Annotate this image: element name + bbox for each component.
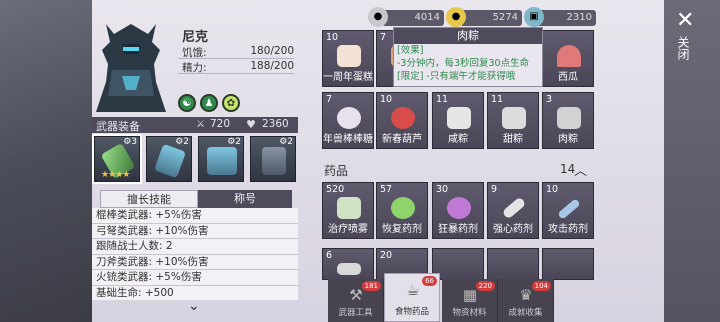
gold-icon: ● [446, 7, 466, 27]
slot-level: ⚙3 [123, 137, 137, 147]
item-berserk-potion[interactable]: 30 狂暴药剂 [432, 182, 484, 239]
buff-icon-cookie[interactable]: ✿ [222, 94, 240, 112]
resource-3: 2310 [536, 10, 596, 26]
scene-background [0, 0, 92, 322]
item-cake[interactable]: 10 一周年蛋糕 [322, 30, 374, 87]
close-button[interactable]: 关闭 [676, 36, 692, 60]
resource-2: 5274 [460, 10, 522, 26]
item-recovery-potion[interactable]: 57 恢复药剂 [376, 182, 428, 239]
equipment-title: 武器装备 [96, 120, 140, 133]
health-value: 2360 [262, 118, 289, 130]
list-item: 火铳类武器: +5%伤害 [92, 270, 298, 286]
pants-icon [262, 147, 286, 175]
skill-tabs: 擅长技能 称号 [92, 190, 298, 208]
item-healing-spray[interactable]: 520 治疗喷雾 [322, 182, 374, 239]
syringe-icon [557, 198, 581, 220]
tooltip-effect-label: [效果] [397, 45, 424, 56]
armor-icon [207, 147, 237, 175]
buff-icon-stomach[interactable]: ☯ [178, 94, 196, 112]
slot-level: ⚙2 [175, 137, 189, 147]
close-icon[interactable]: ✕ [676, 8, 694, 33]
tab-skills[interactable]: 擅长技能 [100, 190, 198, 208]
item-attack-potion[interactable]: 10 攻击药剂 [542, 182, 594, 239]
zongzi-icon [502, 107, 526, 129]
hunger-stat: 饥饿: 180/200 [178, 44, 294, 59]
tool-icon [153, 143, 187, 179]
gourd-icon [391, 107, 415, 129]
heart-icon: ♥ [246, 118, 256, 131]
character-portrait [96, 24, 166, 112]
list-item: 弓弩类武器: +10%伤害 [92, 224, 298, 239]
slot-level: ⚙2 [227, 137, 241, 147]
tooltip-title: 肉粽 [394, 28, 542, 44]
sword-icon: ⚔ [196, 119, 205, 130]
watermelon-icon [557, 45, 581, 67]
item-lollipop[interactable]: 7 年兽棒棒糖 [322, 92, 374, 149]
energy-stat: 精力: 188/200 [178, 59, 294, 74]
vial-icon [501, 196, 527, 220]
chevron-up-icon[interactable]: ︿ [574, 160, 587, 179]
equip-slot-pants[interactable]: ⚙2 [250, 136, 296, 182]
tooltip-limited: [限定] -只有端午才能获得哦 [397, 71, 516, 82]
chest-icon: ▣ [524, 7, 544, 27]
character-name: 尼克 [182, 30, 209, 45]
item-salty-zongzi[interactable]: 11 咸粽 [432, 92, 484, 149]
tab-food-medicine[interactable]: ☕ 66 食物药品 [384, 273, 440, 322]
resource-1: 4014 [382, 10, 444, 26]
close-sidebar [664, 0, 720, 322]
tooltip-effect: -3分钟内，每3秒回复30点生命 [397, 58, 530, 69]
item-med-10[interactable] [542, 248, 594, 280]
badge: 66 [422, 276, 437, 286]
zongzi-icon [557, 107, 581, 129]
lollipop-icon [337, 107, 361, 129]
item-med-6[interactable]: 6 [322, 248, 374, 280]
item-gourd[interactable]: 10 新春葫芦 [376, 92, 428, 149]
list-item: 棍棒类武器: +5%伤害 [92, 208, 298, 224]
equipment-header: 武器装备 ⚔ 720 ♥ 2360 [92, 117, 298, 133]
badge: 104 [531, 281, 551, 291]
item-heart-potion[interactable]: 9 强心药剂 [487, 182, 539, 239]
item-med-9[interactable] [487, 248, 539, 280]
hunger-value: 180/200 [250, 45, 294, 57]
badge: 181 [361, 281, 381, 291]
item-tooltip: 肉粽 [效果] -3分钟内，每3秒回复30点生命 [限定] -只有端午才能获得哦 [393, 27, 543, 87]
equip-slot-armor[interactable]: ⚙2 [198, 136, 244, 182]
tab-materials[interactable]: ▦ 220 物资材料 [442, 279, 498, 322]
cake-icon [337, 45, 361, 67]
slot-level: ⚙2 [279, 137, 293, 147]
list-item: 刀斧类武器: +10%伤害 [92, 255, 298, 270]
equip-slot-weapon[interactable]: ⚙3 ★★★★ [92, 134, 142, 184]
character-panel: 尼克 饥饿: 180/200 精力: 188/200 ☯ ♟ ✿ 武器装备 ⚔ … [92, 0, 302, 322]
zongzi-icon [447, 107, 471, 129]
energy-label: 精力: [182, 62, 207, 74]
category-tabs: ⚒ 181 武器工具 ☕ 66 食物药品 ▦ 220 物资材料 ♛ 104 成就… [318, 273, 600, 322]
item-sweet-zongzi[interactable]: 11 甜粽 [487, 92, 539, 149]
tab-titles[interactable]: 称号 [198, 190, 292, 208]
hunger-label: 饥饿: [182, 47, 207, 59]
attack-value: 720 [210, 118, 231, 130]
silver-icon: ● [368, 7, 388, 27]
bandage-icon [337, 263, 361, 275]
energy-value: 188/200 [250, 60, 294, 72]
buff-icon-team[interactable]: ♟ [200, 94, 218, 112]
item-meat-zongzi[interactable]: 3 肉粽 [542, 92, 594, 149]
slot-stars: ★★★★ [101, 170, 130, 180]
badge: 220 [475, 281, 495, 291]
food-icon: ☕ [406, 281, 420, 299]
skills-list[interactable]: 棍棒类武器: +5%伤害 弓弩类武器: +10%伤害 跟随战士人数: 2 刀斧类… [92, 208, 298, 300]
list-item: 跟随战士人数: 2 [92, 239, 298, 255]
spray-icon [337, 197, 361, 219]
potion-icon [391, 197, 415, 219]
item-watermelon[interactable]: 西瓜 [542, 30, 594, 87]
medicine-count: 14 [560, 162, 576, 176]
chevron-down-icon[interactable]: ⌄ [188, 298, 200, 314]
medicine-section-title: 药品 [324, 164, 349, 178]
tab-weapons-tools[interactable]: ⚒ 181 武器工具 [328, 279, 384, 322]
tab-achievements[interactable]: ♛ 104 成就收集 [498, 279, 554, 322]
potion-icon [447, 197, 471, 219]
equip-slot-tool[interactable]: ⚙2 [146, 136, 192, 182]
